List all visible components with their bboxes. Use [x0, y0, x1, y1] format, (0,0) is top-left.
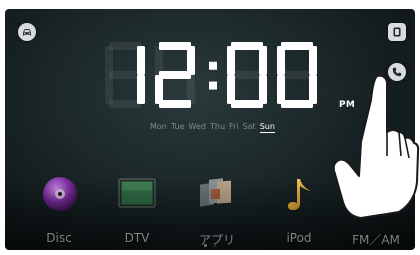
- clock-digit: [277, 42, 317, 108]
- app-dtv[interactable]: DTV: [105, 175, 169, 247]
- clock-segment: [227, 46, 235, 75]
- app-disc[interactable]: Disc: [27, 175, 91, 247]
- day-fri: Fri: [229, 122, 239, 131]
- camera-button[interactable]: [388, 23, 406, 41]
- page-dot: [204, 244, 207, 247]
- clock-segment: [277, 46, 285, 75]
- app-label: アプリ: [198, 233, 235, 247]
- clock-segment: [159, 42, 191, 50]
- clock-segment: [159, 71, 191, 79]
- page-indicator: [204, 244, 216, 247]
- app-ipod[interactable]: iPod: [267, 175, 331, 247]
- colon-dot: [209, 61, 217, 70]
- clock-segment: [187, 75, 195, 104]
- clock-segment: [105, 46, 113, 75]
- apps-icon: [200, 178, 231, 207]
- clock-segment: [137, 75, 145, 104]
- clock-segment: [227, 75, 235, 104]
- app-label: iPod: [286, 231, 312, 245]
- clock-segment: [137, 46, 145, 75]
- clock-segment: [281, 42, 313, 50]
- clock-segment: [109, 71, 141, 79]
- day-mon: Mon: [150, 122, 167, 131]
- car-icon: [23, 29, 31, 36]
- page-dot: [213, 244, 216, 247]
- clock-digit: [155, 42, 195, 108]
- clock-segment: [231, 71, 263, 79]
- clock-segment: [159, 100, 191, 108]
- clock-digit: [227, 42, 267, 108]
- clock-segment: [259, 75, 267, 104]
- clock-digit: [105, 42, 145, 108]
- clock-segment: [109, 100, 141, 108]
- clock-segment: [281, 71, 313, 79]
- clock-segment: [309, 46, 317, 75]
- tv-icon: [118, 178, 156, 208]
- clock-segment: [155, 46, 163, 75]
- app-label: FM／AM: [352, 233, 400, 247]
- clock-segment: [187, 46, 195, 75]
- day-thu: Thu: [210, 122, 226, 131]
- clock-segment: [309, 75, 317, 104]
- day-tue: Tue: [170, 122, 185, 131]
- colon-dot: [209, 81, 217, 90]
- clock-segment: [231, 42, 263, 50]
- clock-segment: [281, 100, 313, 108]
- clock-segment: [231, 100, 263, 108]
- weekday-row: Mon Tue Wed Thu Fri Sat Sun: [150, 122, 275, 133]
- app-apps[interactable]: アプリ: [185, 175, 249, 247]
- clock-segment: [259, 46, 267, 75]
- clock-segment: [105, 75, 113, 104]
- clock-segment: [277, 75, 285, 104]
- clock-segment: [109, 42, 141, 50]
- app-label: Disc: [46, 231, 72, 245]
- day-sat: Sat: [242, 122, 256, 131]
- disc-icon: [43, 177, 77, 211]
- app-label: DTV: [124, 231, 150, 245]
- music-note-icon: [288, 179, 311, 210]
- clock-segment: [155, 75, 163, 104]
- day-sun: Sun: [259, 122, 275, 133]
- day-wed: Wed: [188, 122, 206, 131]
- hand-pointer-icon: [332, 74, 420, 219]
- camera-icon: [393, 27, 401, 37]
- car-menu-button[interactable]: [18, 23, 36, 41]
- clock-display[interactable]: [105, 42, 331, 110]
